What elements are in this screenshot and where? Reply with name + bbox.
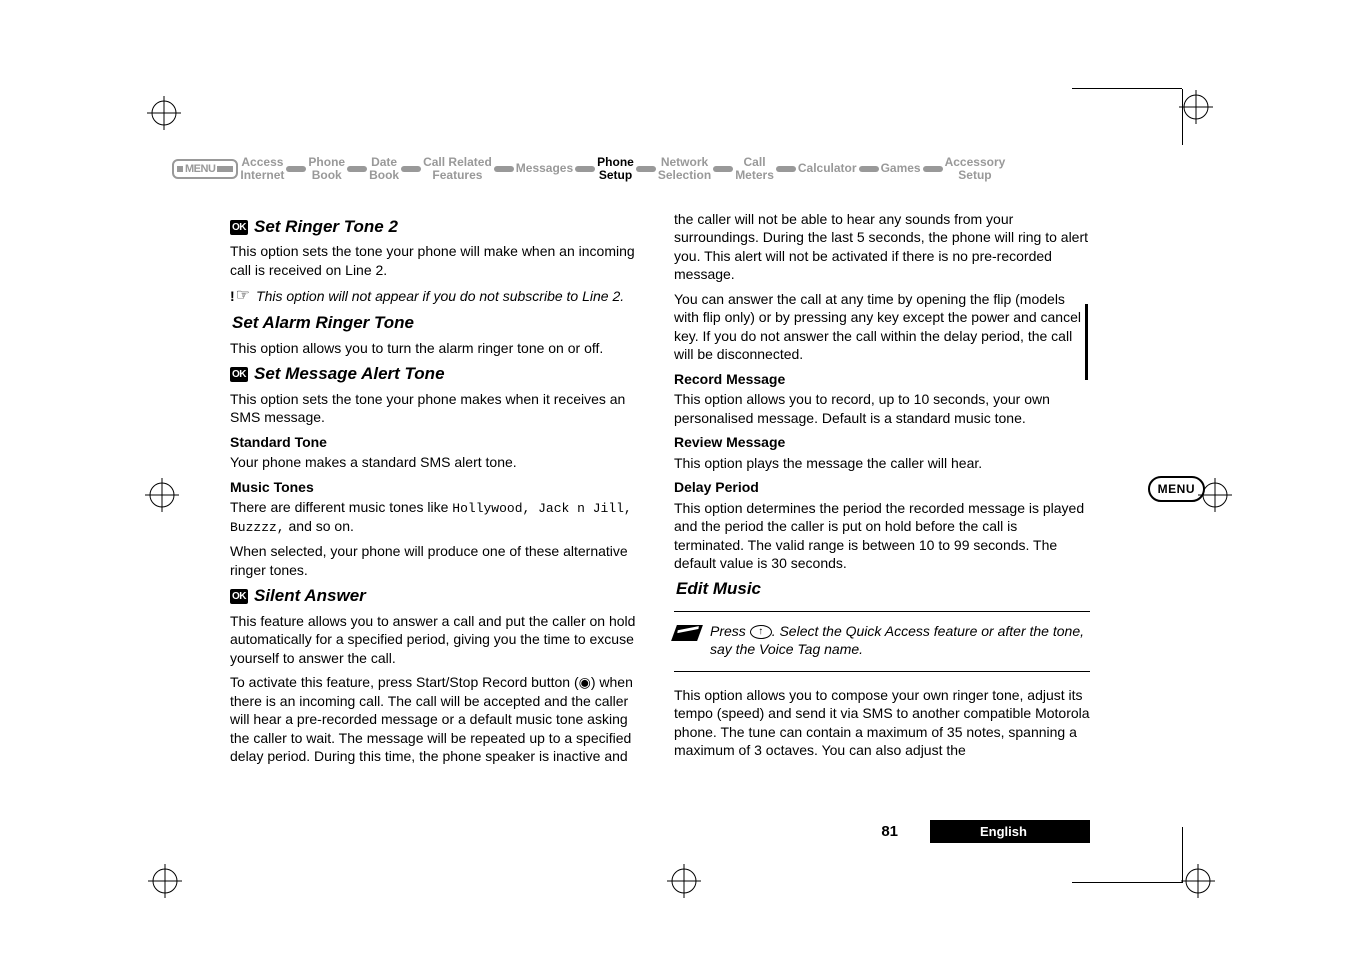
body-text: This option plays the message the caller… <box>674 454 1090 472</box>
breadcrumb-sep-icon <box>776 166 796 172</box>
body-text: This option allows you to turn the alarm… <box>230 339 646 357</box>
registration-mark-icon <box>1179 90 1213 124</box>
quick-access-tip: Press ↑. Select the Quick Access feature… <box>674 611 1090 672</box>
breadcrumb-item: Calculator <box>798 162 857 175</box>
ok-icon: OK <box>230 589 248 604</box>
breadcrumb-item: Call RelatedFeatures <box>423 156 492 181</box>
body-text: There are different music tones like Hol… <box>230 498 646 536</box>
subheading-music-tones: Music Tones <box>230 478 646 496</box>
right-column: the caller will not be able to hear any … <box>674 210 1090 772</box>
left-column: OKSet Ringer Tone 2 This option sets the… <box>230 210 646 772</box>
crop-mark-icon <box>1072 882 1182 883</box>
body-text: This option sets the tone your phone wil… <box>230 242 646 279</box>
registration-mark-icon <box>147 96 181 130</box>
body-text: To activate this feature, press Start/St… <box>230 673 646 765</box>
note-hand-icon: !☞ <box>230 285 250 306</box>
note-text: This option will not appear if you do no… <box>256 287 624 305</box>
ok-icon: OK <box>230 220 248 235</box>
breadcrumb-item: AccessorySetup <box>945 156 1006 181</box>
registration-mark-icon <box>145 478 179 512</box>
heading-edit-music: Edit Music <box>676 578 1090 600</box>
breadcrumb-sep-icon <box>923 166 943 172</box>
breadcrumb-sep-icon <box>401 166 421 172</box>
tip-text: Press ↑. Select the Quick Access feature… <box>710 622 1090 659</box>
breadcrumb-item: Messages <box>516 162 573 175</box>
subheading-review-message: Review Message <box>674 433 1090 451</box>
body-text: Your phone makes a standard SMS alert to… <box>230 453 646 471</box>
body-text: You can answer the call at any time by o… <box>674 290 1090 364</box>
menu-key-icon: MENU <box>172 159 238 179</box>
subheading-delay-period: Delay Period <box>674 478 1090 496</box>
breadcrumb-item: Games <box>881 162 921 175</box>
breadcrumb-sep-icon <box>859 166 879 172</box>
page-footer: 81 English <box>230 820 1090 843</box>
body-text: This option allows you to compose your o… <box>674 686 1090 760</box>
breadcrumb-sep-icon <box>286 166 306 172</box>
language-badge: English <box>930 820 1090 843</box>
body-text: This feature allows you to answer a call… <box>230 612 646 667</box>
registration-mark-icon <box>1181 864 1215 898</box>
heading-silent-answer: OKSilent Answer <box>230 585 646 607</box>
breadcrumb-item-active: PhoneSetup <box>597 156 634 181</box>
breadcrumb-sep-icon <box>713 166 733 172</box>
subheading-standard-tone: Standard Tone <box>230 433 646 451</box>
breadcrumb-sep-icon <box>575 166 595 172</box>
breadcrumb-item: CallMeters <box>735 156 774 181</box>
body-text: This option determines the period the re… <box>674 499 1090 573</box>
registration-mark-icon <box>667 864 701 898</box>
breadcrumb-item: NetworkSelection <box>658 156 711 181</box>
body-text: the caller will not be able to hear any … <box>674 210 1090 284</box>
heading-set-message-alert-tone: OKSet Message Alert Tone <box>230 363 646 385</box>
body-text: This option allows you to record, up to … <box>674 390 1090 427</box>
registration-mark-icon <box>148 864 182 898</box>
page-number: 81 <box>881 823 898 840</box>
breadcrumb-item: DateBook <box>369 156 399 181</box>
ok-icon: OK <box>230 367 248 382</box>
crop-mark-icon <box>1072 88 1182 89</box>
breadcrumb-sep-icon <box>494 166 514 172</box>
subheading-record-message: Record Message <box>674 370 1090 388</box>
change-bar-icon <box>1085 304 1088 380</box>
heading-set-ringer-tone-2: OKSet Ringer Tone 2 <box>230 216 646 238</box>
side-tab-menu: MENU <box>1148 476 1205 502</box>
breadcrumb-sep-icon <box>347 166 367 172</box>
body-text: When selected, your phone will produce o… <box>230 542 646 579</box>
heading-set-alarm-ringer-tone: Set Alarm Ringer Tone <box>232 312 646 334</box>
up-key-icon: ↑ <box>750 625 772 639</box>
note: !☞ This option will not appear if you do… <box>230 285 646 306</box>
quick-access-icon <box>671 625 703 641</box>
breadcrumb: MENU AccessInternet PhoneBook DateBook C… <box>172 156 1181 181</box>
breadcrumb-sep-icon <box>636 166 656 172</box>
breadcrumb-item: PhoneBook <box>308 156 345 181</box>
breadcrumb-item: AccessInternet <box>240 156 284 181</box>
body-text: This option sets the tone your phone mak… <box>230 390 646 427</box>
